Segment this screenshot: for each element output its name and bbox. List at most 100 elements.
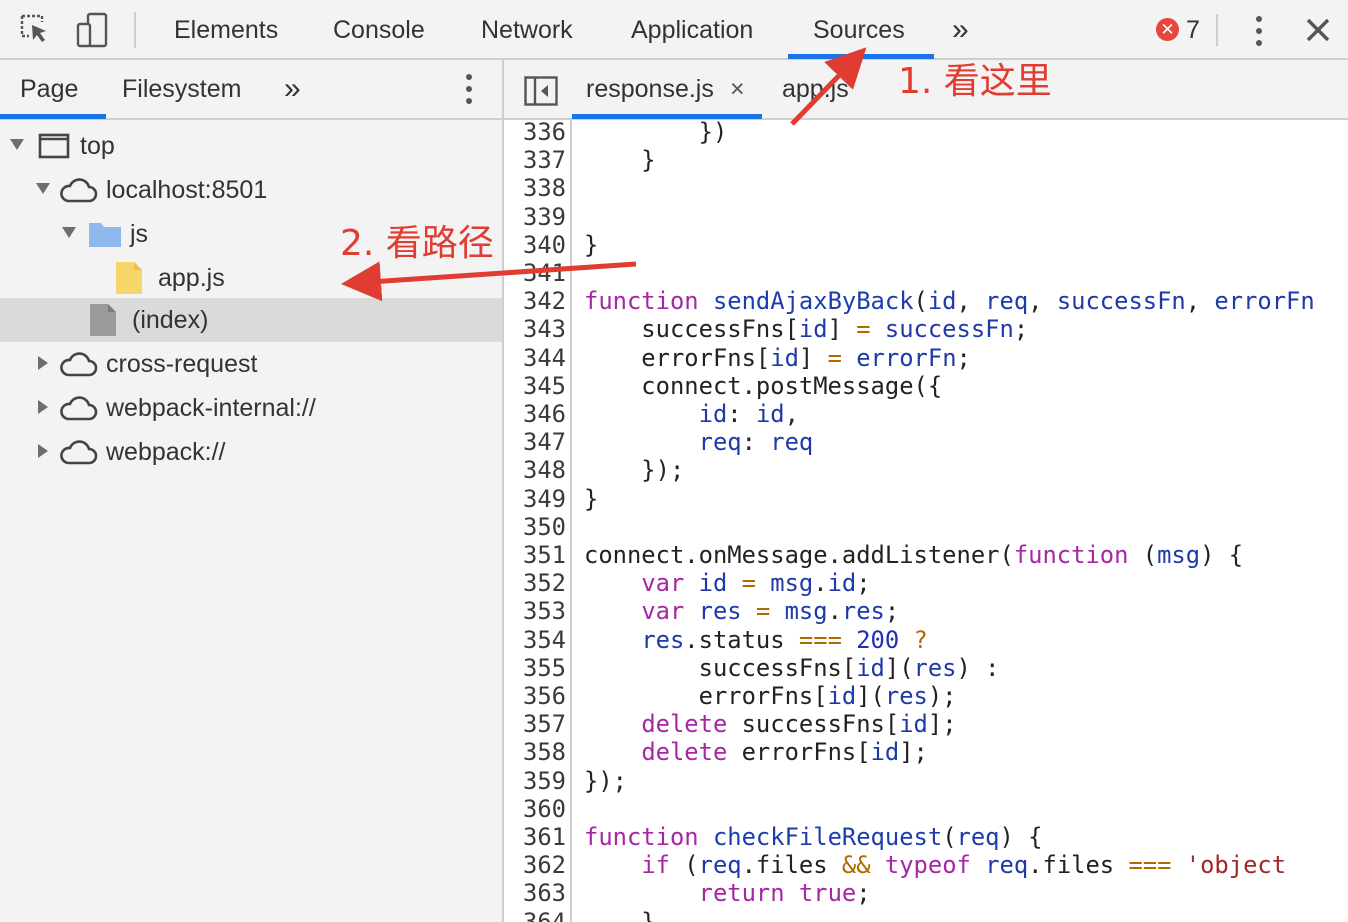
- line-number[interactable]: 351: [504, 541, 566, 569]
- code-line[interactable]: 336 }): [504, 120, 1348, 146]
- more-options-icon[interactable]: [1250, 14, 1268, 48]
- tree-item-cross-request[interactable]: cross-request: [0, 342, 502, 386]
- code-line[interactable]: 347 req: req: [504, 428, 1348, 456]
- line-number[interactable]: 355: [504, 654, 566, 682]
- toggle-navigator-icon[interactable]: [524, 76, 558, 106]
- code-line[interactable]: 351 connect.onMessage.addListener(functio…: [504, 541, 1348, 569]
- error-count[interactable]: 7: [1186, 0, 1200, 60]
- line-number[interactable]: 339: [504, 203, 566, 231]
- code-line[interactable]: 344 errorFns[id] = errorFn;: [504, 344, 1348, 372]
- tree-item-label: localhost:8501: [106, 176, 268, 204]
- active-tab-indicator: [572, 114, 762, 119]
- inspect-element-icon[interactable]: [16, 10, 56, 50]
- expand-arrow-icon[interactable]: [62, 227, 76, 238]
- line-number[interactable]: 353: [504, 597, 566, 625]
- expand-arrow-icon[interactable]: [38, 444, 48, 458]
- tab-elements[interactable]: Elements: [174, 0, 278, 58]
- tab-application[interactable]: Application: [631, 0, 753, 58]
- line-number[interactable]: 357: [504, 710, 566, 738]
- more-tabs-icon[interactable]: »: [284, 60, 301, 118]
- code-text: req: req: [698, 428, 814, 457]
- expand-arrow-icon[interactable]: [38, 356, 48, 370]
- code-line[interactable]: 361 function checkFileRequest(req) {: [504, 823, 1348, 851]
- line-number[interactable]: 338: [504, 174, 566, 202]
- tab-filesystem[interactable]: Filesystem: [122, 60, 241, 118]
- close-icon[interactable]: [1300, 12, 1336, 48]
- code-line[interactable]: 348 });: [504, 456, 1348, 484]
- line-number[interactable]: 363: [504, 879, 566, 907]
- line-number[interactable]: 347: [504, 428, 566, 456]
- line-number[interactable]: 364: [504, 908, 566, 922]
- line-number[interactable]: 356: [504, 682, 566, 710]
- code-line[interactable]: 342 function sendAjaxByBack(id, req, succ…: [504, 287, 1348, 315]
- line-number[interactable]: 359: [504, 767, 566, 795]
- line-number[interactable]: 337: [504, 146, 566, 174]
- expand-arrow-icon[interactable]: [38, 400, 48, 414]
- line-number[interactable]: 342: [504, 287, 566, 315]
- more-options-icon[interactable]: [460, 72, 478, 106]
- close-tab-icon[interactable]: ×: [730, 60, 745, 118]
- code-line[interactable]: 355 successFns[id](res) :: [504, 654, 1348, 682]
- code-line[interactable]: 362 if (req.files && typeof req.files ==…: [504, 851, 1348, 879]
- tree-item-label: (index): [132, 306, 209, 334]
- tab-network[interactable]: Network: [481, 0, 573, 58]
- tree-item-localhost[interactable]: localhost:8501: [0, 168, 502, 212]
- code-line[interactable]: 360: [504, 795, 1348, 823]
- code-line[interactable]: 352 var id = msg.id;: [504, 569, 1348, 597]
- code-line[interactable]: 357 delete successFns[id];: [504, 710, 1348, 738]
- line-number[interactable]: 352: [504, 569, 566, 597]
- expand-arrow-icon[interactable]: [36, 183, 50, 194]
- code-line[interactable]: 338: [504, 174, 1348, 202]
- line-number[interactable]: 362: [504, 851, 566, 879]
- line-number[interactable]: 349: [504, 485, 566, 513]
- line-number[interactable]: 336: [504, 120, 566, 146]
- tree-item-js[interactable]: js: [0, 212, 502, 256]
- error-icon[interactable]: ✕: [1156, 18, 1179, 41]
- line-number[interactable]: 348: [504, 456, 566, 484]
- code-line[interactable]: 364 }: [504, 908, 1348, 922]
- editor-tab-app-js[interactable]: app.js: [782, 60, 849, 118]
- line-number[interactable]: 346: [504, 400, 566, 428]
- code-text: });: [584, 456, 685, 485]
- document-icon: [88, 303, 118, 342]
- code-line[interactable]: 358 delete errorFns[id];: [504, 738, 1348, 766]
- line-number[interactable]: 350: [504, 513, 566, 541]
- code-line[interactable]: 345 connect.postMessage({: [504, 372, 1348, 400]
- code-line[interactable]: 341: [504, 259, 1348, 287]
- code-editor[interactable]: 336 }) 337 } 338 339 340} 341 342 function send…: [504, 120, 1348, 922]
- tree-item-index[interactable]: (index): [0, 298, 502, 342]
- expand-arrow-icon[interactable]: [10, 139, 24, 150]
- code-line[interactable]: 356 errorFns[id](res);: [504, 682, 1348, 710]
- tab-console[interactable]: Console: [333, 0, 425, 58]
- tree-item-webpack[interactable]: webpack://: [0, 430, 502, 474]
- code-line[interactable]: 346 id: id,: [504, 400, 1348, 428]
- code-text: delete successFns[id];: [641, 710, 957, 739]
- line-number[interactable]: 344: [504, 344, 566, 372]
- tree-item-webpack-internal[interactable]: webpack-internal://: [0, 386, 502, 430]
- code-line[interactable]: 350: [504, 513, 1348, 541]
- code-line[interactable]: 339: [504, 203, 1348, 231]
- line-number[interactable]: 343: [504, 315, 566, 343]
- line-number[interactable]: 345: [504, 372, 566, 400]
- tree-item-top[interactable]: top: [0, 124, 502, 168]
- tree-item-app-js[interactable]: app.js: [0, 256, 502, 300]
- code-line[interactable]: 337 }: [504, 146, 1348, 174]
- code-line[interactable]: 340}: [504, 231, 1348, 259]
- line-number[interactable]: 361: [504, 823, 566, 851]
- code-line[interactable]: 353 var res = msg.res;: [504, 597, 1348, 625]
- line-number[interactable]: 360: [504, 795, 566, 823]
- tab-page[interactable]: Page: [20, 60, 78, 118]
- line-number[interactable]: 354: [504, 626, 566, 654]
- more-tabs-icon[interactable]: »: [952, 0, 969, 58]
- line-number[interactable]: 358: [504, 738, 566, 766]
- tab-sources[interactable]: Sources: [813, 0, 905, 58]
- line-number[interactable]: 341: [504, 259, 566, 287]
- code-line[interactable]: 349}: [504, 485, 1348, 513]
- code-line[interactable]: 359});: [504, 767, 1348, 795]
- device-toolbar-icon[interactable]: [72, 10, 112, 50]
- editor-tab-response-js[interactable]: response.js: [586, 60, 714, 118]
- code-line[interactable]: 354 res.status === 200 ?: [504, 626, 1348, 654]
- code-line[interactable]: 363 return true;: [504, 879, 1348, 907]
- code-line[interactable]: 343 successFns[id] = successFn;: [504, 315, 1348, 343]
- line-number[interactable]: 340: [504, 231, 566, 259]
